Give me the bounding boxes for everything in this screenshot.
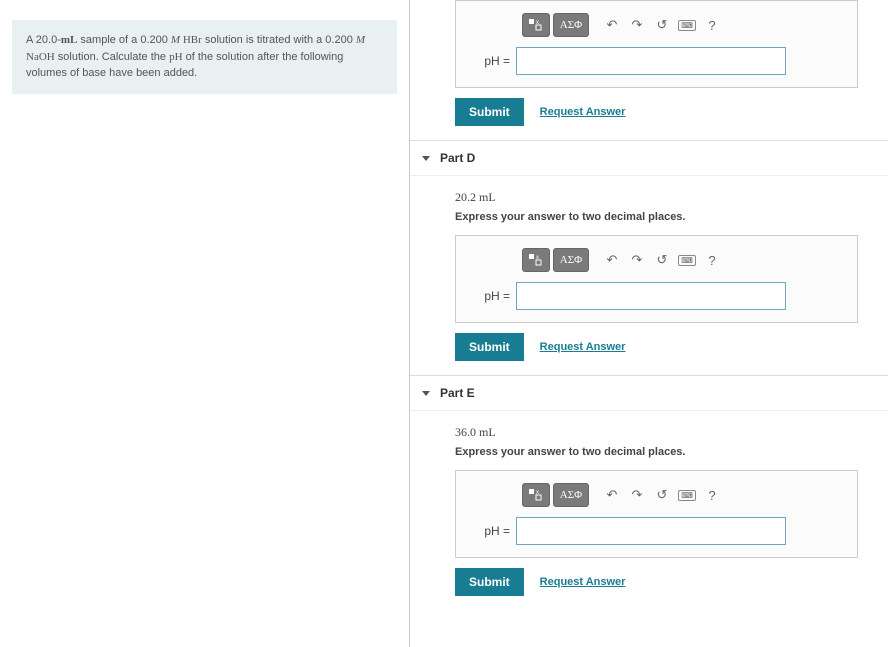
left-panel: A 20.0-mL sample of a 0.200 M HBr soluti… bbox=[0, 0, 410, 647]
answer-frame: x ΑΣΦ ↶ ↷ ↺ ⌨ ? pH = bbox=[455, 0, 858, 88]
part-d-answer-block: x ΑΣΦ ↶ ↷ ↺ ⌨ ? pH = Submit Request Answ… bbox=[410, 235, 888, 361]
ph-label: pH = bbox=[468, 54, 510, 68]
greek-button[interactable]: ΑΣΦ bbox=[553, 248, 589, 272]
submit-button[interactable]: Submit bbox=[455, 568, 524, 596]
undo-icon[interactable]: ↶ bbox=[601, 484, 623, 506]
request-answer-link[interactable]: Request Answer bbox=[540, 106, 626, 118]
part-d-question: 20.2 mL Express your answer to two decim… bbox=[410, 176, 888, 235]
input-row: pH = bbox=[468, 282, 845, 310]
ph-input-d[interactable] bbox=[516, 282, 786, 310]
toolbar: x ΑΣΦ ↶ ↷ ↺ ⌨ ? bbox=[468, 248, 845, 272]
submit-row: Submit Request Answer bbox=[455, 333, 858, 361]
undo-icon[interactable]: ↶ bbox=[601, 249, 623, 271]
template-icon[interactable]: x bbox=[522, 13, 550, 37]
help-icon[interactable]: ? bbox=[701, 249, 723, 271]
reset-icon[interactable]: ↺ bbox=[651, 249, 673, 271]
toolbar: x ΑΣΦ ↶ ↷ ↺ ⌨ ? bbox=[468, 483, 845, 507]
input-row: pH = bbox=[468, 47, 845, 75]
request-answer-link[interactable]: Request Answer bbox=[540, 341, 626, 353]
submit-button[interactable]: Submit bbox=[455, 333, 524, 361]
part-e-answer-block: x ΑΣΦ ↶ ↷ ↺ ⌨ ? pH = Submit Request Answ… bbox=[410, 470, 888, 596]
greek-button[interactable]: ΑΣΦ bbox=[553, 483, 589, 507]
input-row: pH = bbox=[468, 517, 845, 545]
problem-statement: A 20.0-mL sample of a 0.200 M HBr soluti… bbox=[12, 20, 397, 94]
submit-row: Submit Request Answer bbox=[455, 98, 858, 126]
keyboard-icon[interactable]: ⌨ bbox=[676, 14, 698, 36]
part-e-header[interactable]: Part E bbox=[410, 375, 888, 411]
submit-row: Submit Request Answer bbox=[455, 568, 858, 596]
help-icon[interactable]: ? bbox=[701, 484, 723, 506]
redo-icon[interactable]: ↷ bbox=[626, 14, 648, 36]
reset-icon[interactable]: ↺ bbox=[651, 484, 673, 506]
part-d-header[interactable]: Part D bbox=[410, 140, 888, 176]
keyboard-icon[interactable]: ⌨ bbox=[676, 249, 698, 271]
ph-input-c[interactable] bbox=[516, 47, 786, 75]
part-e-question: 36.0 mL Express your answer to two decim… bbox=[410, 411, 888, 470]
answer-frame: x ΑΣΦ ↶ ↷ ↺ ⌨ ? pH = bbox=[455, 235, 858, 323]
template-icon[interactable]: x bbox=[522, 483, 550, 507]
redo-icon[interactable]: ↷ bbox=[626, 484, 648, 506]
request-answer-link[interactable]: Request Answer bbox=[540, 576, 626, 588]
part-title: Part E bbox=[440, 386, 475, 400]
greek-button[interactable]: ΑΣΦ bbox=[553, 13, 589, 37]
redo-icon[interactable]: ↷ bbox=[626, 249, 648, 271]
chevron-down-icon bbox=[422, 391, 430, 396]
part-c-answer-block: x ΑΣΦ ↶ ↷ ↺ ⌨ ? pH = Submit Request Answ… bbox=[410, 0, 888, 126]
ph-label: pH = bbox=[468, 524, 510, 538]
reset-icon[interactable]: ↺ bbox=[651, 14, 673, 36]
chevron-down-icon bbox=[422, 156, 430, 161]
submit-button[interactable]: Submit bbox=[455, 98, 524, 126]
part-title: Part D bbox=[440, 151, 475, 165]
help-icon[interactable]: ? bbox=[701, 14, 723, 36]
toolbar: x ΑΣΦ ↶ ↷ ↺ ⌨ ? bbox=[468, 13, 845, 37]
template-icon[interactable]: x bbox=[522, 248, 550, 272]
ph-input-e[interactable] bbox=[516, 517, 786, 545]
ph-label: pH = bbox=[468, 289, 510, 303]
right-panel: x ΑΣΦ ↶ ↷ ↺ ⌨ ? pH = Submit Request Answ… bbox=[410, 0, 888, 647]
answer-frame: x ΑΣΦ ↶ ↷ ↺ ⌨ ? pH = bbox=[455, 470, 858, 558]
keyboard-icon[interactable]: ⌨ bbox=[676, 484, 698, 506]
undo-icon[interactable]: ↶ bbox=[601, 14, 623, 36]
